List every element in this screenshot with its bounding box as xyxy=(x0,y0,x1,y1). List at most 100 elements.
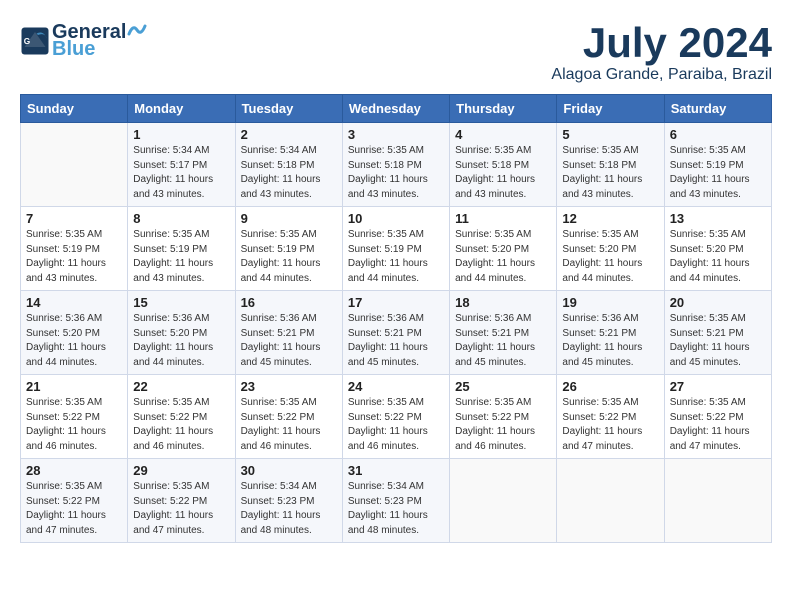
calendar-cell: 10 Sunrise: 5:35 AM Sunset: 5:19 PM Dayli… xyxy=(342,207,449,291)
month-title: July 2024 xyxy=(551,20,772,66)
calendar-cell: 20 Sunrise: 5:35 AM Sunset: 5:21 PM Dayli… xyxy=(664,291,771,375)
calendar-cell xyxy=(21,123,128,207)
calendar-cell: 25 Sunrise: 5:35 AM Sunset: 5:22 PM Dayli… xyxy=(450,375,557,459)
day-number: 16 xyxy=(241,295,337,310)
day-of-week-header: Thursday xyxy=(450,95,557,123)
day-number: 29 xyxy=(133,463,229,478)
day-info: Sunrise: 5:35 AM Sunset: 5:22 PM Dayligh… xyxy=(348,396,444,454)
calendar-cell: 12 Sunrise: 5:35 AM Sunset: 5:20 PM Dayli… xyxy=(557,207,664,291)
title-block: July 2024 Alagoa Grande, Paraiba, Brazil xyxy=(551,20,772,84)
calendar-cell: 15 Sunrise: 5:36 AM Sunset: 5:20 PM Dayli… xyxy=(128,291,235,375)
calendar-cell: 6 Sunrise: 5:35 AM Sunset: 5:19 PM Daylig… xyxy=(664,123,771,207)
day-number: 9 xyxy=(241,211,337,226)
calendar-cell: 11 Sunrise: 5:35 AM Sunset: 5:20 PM Dayli… xyxy=(450,207,557,291)
day-number: 3 xyxy=(348,127,444,142)
calendar-week-row: 21 Sunrise: 5:35 AM Sunset: 5:22 PM Dayli… xyxy=(21,375,772,459)
day-info: Sunrise: 5:34 AM Sunset: 5:23 PM Dayligh… xyxy=(241,480,337,538)
day-number: 24 xyxy=(348,379,444,394)
calendar-cell: 27 Sunrise: 5:35 AM Sunset: 5:22 PM Dayli… xyxy=(664,375,771,459)
day-number: 19 xyxy=(562,295,658,310)
day-info: Sunrise: 5:35 AM Sunset: 5:19 PM Dayligh… xyxy=(670,144,766,202)
day-info: Sunrise: 5:35 AM Sunset: 5:22 PM Dayligh… xyxy=(26,396,122,454)
calendar-cell: 17 Sunrise: 5:36 AM Sunset: 5:21 PM Dayli… xyxy=(342,291,449,375)
calendar-cell: 1Sunrise: 5:34 AM Sunset: 5:17 PM Daylig… xyxy=(128,123,235,207)
calendar-cell xyxy=(664,459,771,543)
calendar-header-row: SundayMondayTuesdayWednesdayThursdayFrid… xyxy=(21,95,772,123)
calendar-table: SundayMondayTuesdayWednesdayThursdayFrid… xyxy=(20,94,772,543)
day-info: Sunrise: 5:35 AM Sunset: 5:18 PM Dayligh… xyxy=(455,144,551,202)
day-info: Sunrise: 5:35 AM Sunset: 5:19 PM Dayligh… xyxy=(133,228,229,286)
day-number: 7 xyxy=(26,211,122,226)
day-number: 15 xyxy=(133,295,229,310)
day-number: 11 xyxy=(455,211,551,226)
day-number: 20 xyxy=(670,295,766,310)
day-info: Sunrise: 5:36 AM Sunset: 5:21 PM Dayligh… xyxy=(455,312,551,370)
calendar-week-row: 28 Sunrise: 5:35 AM Sunset: 5:22 PM Dayli… xyxy=(21,459,772,543)
day-number: 21 xyxy=(26,379,122,394)
day-info: Sunrise: 5:35 AM Sunset: 5:20 PM Dayligh… xyxy=(562,228,658,286)
calendar-cell: 14Sunrise: 5:36 AM Sunset: 5:20 PM Dayli… xyxy=(21,291,128,375)
calendar-cell: 3Sunrise: 5:35 AM Sunset: 5:18 PM Daylig… xyxy=(342,123,449,207)
day-number: 5 xyxy=(562,127,658,142)
day-info: Sunrise: 5:35 AM Sunset: 5:22 PM Dayligh… xyxy=(241,396,337,454)
day-number: 8 xyxy=(133,211,229,226)
day-number: 2 xyxy=(241,127,337,142)
day-number: 31 xyxy=(348,463,444,478)
day-info: Sunrise: 5:35 AM Sunset: 5:22 PM Dayligh… xyxy=(133,480,229,538)
logo: G General Blue xyxy=(20,20,150,61)
location-title: Alagoa Grande, Paraiba, Brazil xyxy=(551,66,772,84)
day-info: Sunrise: 5:34 AM Sunset: 5:17 PM Dayligh… xyxy=(133,144,229,202)
calendar-week-row: 1Sunrise: 5:34 AM Sunset: 5:17 PM Daylig… xyxy=(21,123,772,207)
day-of-week-header: Sunday xyxy=(21,95,128,123)
day-info: Sunrise: 5:35 AM Sunset: 5:22 PM Dayligh… xyxy=(133,396,229,454)
calendar-cell: 29 Sunrise: 5:35 AM Sunset: 5:22 PM Dayli… xyxy=(128,459,235,543)
day-info: Sunrise: 5:35 AM Sunset: 5:21 PM Dayligh… xyxy=(670,312,766,370)
day-number: 28 xyxy=(26,463,122,478)
calendar-cell: 21 Sunrise: 5:35 AM Sunset: 5:22 PM Dayli… xyxy=(21,375,128,459)
calendar-cell: 22 Sunrise: 5:35 AM Sunset: 5:22 PM Dayli… xyxy=(128,375,235,459)
day-info: Sunrise: 5:35 AM Sunset: 5:22 PM Dayligh… xyxy=(670,396,766,454)
calendar-cell xyxy=(557,459,664,543)
calendar-week-row: 7 Sunrise: 5:35 AM Sunset: 5:19 PM Daylig… xyxy=(21,207,772,291)
day-number: 17 xyxy=(348,295,444,310)
day-number: 26 xyxy=(562,379,658,394)
day-info: Sunrise: 5:36 AM Sunset: 5:21 PM Dayligh… xyxy=(348,312,444,370)
calendar-cell: 5Sunrise: 5:35 AM Sunset: 5:18 PM Daylig… xyxy=(557,123,664,207)
day-number: 30 xyxy=(241,463,337,478)
page-header: G General Blue July 2024 Alagoa Grande, … xyxy=(20,20,772,84)
calendar-cell: 4 Sunrise: 5:35 AM Sunset: 5:18 PM Daylig… xyxy=(450,123,557,207)
day-number: 22 xyxy=(133,379,229,394)
day-number: 6 xyxy=(670,127,766,142)
day-info: Sunrise: 5:34 AM Sunset: 5:18 PM Dayligh… xyxy=(241,144,337,202)
calendar-cell: 13Sunrise: 5:35 AM Sunset: 5:20 PM Dayli… xyxy=(664,207,771,291)
calendar-cell: 7 Sunrise: 5:35 AM Sunset: 5:19 PM Daylig… xyxy=(21,207,128,291)
day-info: Sunrise: 5:35 AM Sunset: 5:22 PM Dayligh… xyxy=(562,396,658,454)
logo-icon: G xyxy=(20,26,50,56)
calendar-cell: 9 Sunrise: 5:35 AM Sunset: 5:19 PM Daylig… xyxy=(235,207,342,291)
calendar-cell: 26 Sunrise: 5:35 AM Sunset: 5:22 PM Dayli… xyxy=(557,375,664,459)
calendar-cell: 2 Sunrise: 5:34 AM Sunset: 5:18 PM Daylig… xyxy=(235,123,342,207)
day-of-week-header: Monday xyxy=(128,95,235,123)
day-number: 12 xyxy=(562,211,658,226)
day-info: Sunrise: 5:36 AM Sunset: 5:20 PM Dayligh… xyxy=(133,312,229,370)
day-info: Sunrise: 5:34 AM Sunset: 5:23 PM Dayligh… xyxy=(348,480,444,538)
day-number: 25 xyxy=(455,379,551,394)
day-info: Sunrise: 5:36 AM Sunset: 5:20 PM Dayligh… xyxy=(26,312,122,370)
day-number: 18 xyxy=(455,295,551,310)
calendar-cell: 30 Sunrise: 5:34 AM Sunset: 5:23 PM Dayli… xyxy=(235,459,342,543)
day-info: Sunrise: 5:35 AM Sunset: 5:22 PM Dayligh… xyxy=(26,480,122,538)
day-info: Sunrise: 5:35 AM Sunset: 5:19 PM Dayligh… xyxy=(241,228,337,286)
day-number: 4 xyxy=(455,127,551,142)
day-info: Sunrise: 5:35 AM Sunset: 5:19 PM Dayligh… xyxy=(26,228,122,286)
calendar-cell: 19Sunrise: 5:36 AM Sunset: 5:21 PM Dayli… xyxy=(557,291,664,375)
day-info: Sunrise: 5:35 AM Sunset: 5:19 PM Dayligh… xyxy=(348,228,444,286)
day-number: 27 xyxy=(670,379,766,394)
day-number: 23 xyxy=(241,379,337,394)
day-of-week-header: Wednesday xyxy=(342,95,449,123)
day-info: Sunrise: 5:35 AM Sunset: 5:22 PM Dayligh… xyxy=(455,396,551,454)
day-number: 10 xyxy=(348,211,444,226)
calendar-week-row: 14Sunrise: 5:36 AM Sunset: 5:20 PM Dayli… xyxy=(21,291,772,375)
calendar-cell: 8 Sunrise: 5:35 AM Sunset: 5:19 PM Daylig… xyxy=(128,207,235,291)
day-number: 13 xyxy=(670,211,766,226)
day-info: Sunrise: 5:35 AM Sunset: 5:20 PM Dayligh… xyxy=(455,228,551,286)
